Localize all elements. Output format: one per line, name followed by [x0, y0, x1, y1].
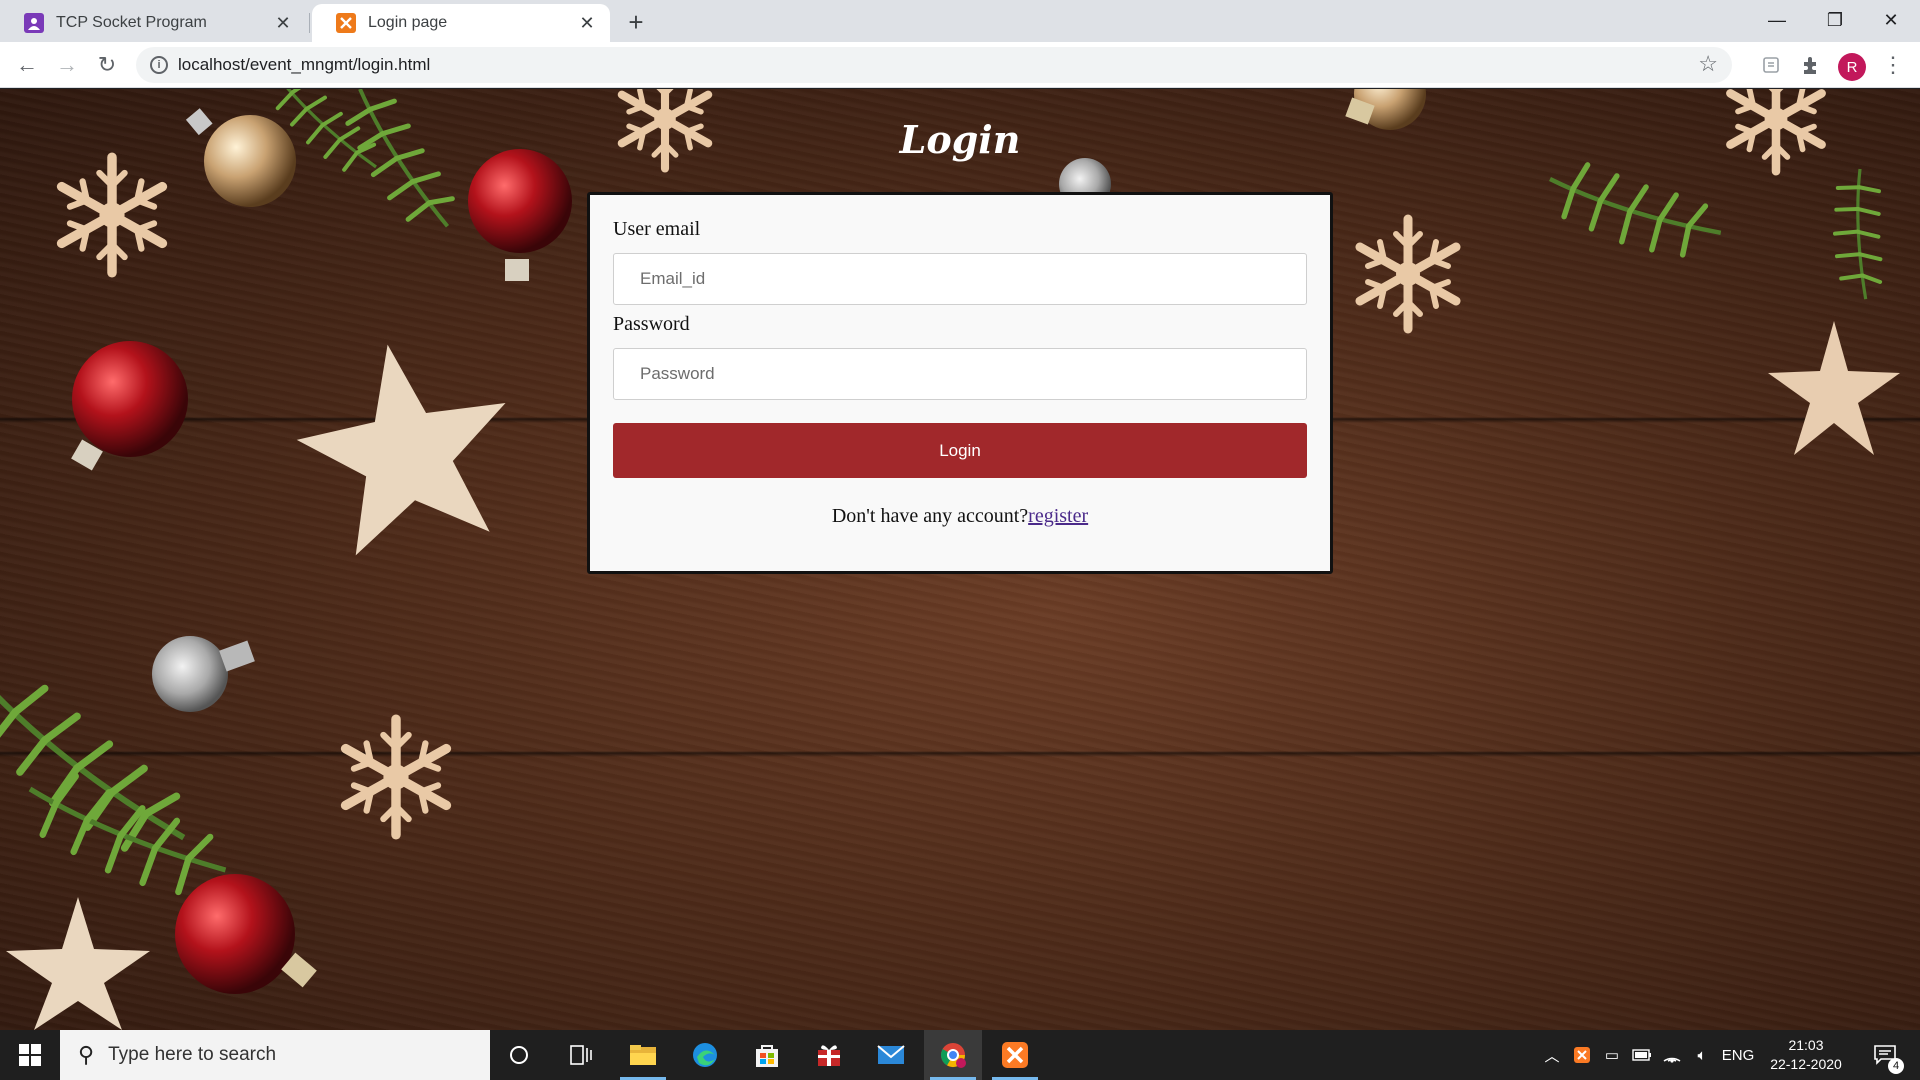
contacts-icon: [24, 13, 44, 33]
tab-strip: TCP Socket Program ✕ Login page ✕ + — ❐ …: [0, 0, 1920, 42]
browser-toolbar: ← → ↻ i localhost/event_mngmt/login.html…: [0, 42, 1920, 88]
taskbar: ⚲ Type here to search ︿ ▭ 🔈︎ ENG 21:03 2…: [0, 1030, 1920, 1080]
taskbar-search-box[interactable]: ⚲ Type here to search: [60, 1030, 490, 1080]
search-icon: ⚲: [78, 1042, 95, 1067]
notification-center-button[interactable]: 4: [1862, 1030, 1910, 1080]
clock[interactable]: 21:03 22-12-2020: [1762, 1036, 1850, 1074]
forward-button[interactable]: →: [52, 50, 82, 80]
register-prompt-text: Don't have any account?: [831, 505, 1029, 527]
site-info-icon[interactable]: i: [150, 56, 168, 74]
page-title: Login: [899, 117, 1021, 162]
new-tab-button[interactable]: +: [622, 7, 650, 37]
register-link[interactable]: register: [1028, 505, 1088, 527]
xampp-icon: [336, 13, 356, 33]
url-text: localhost/event_mngmt/login.html: [178, 55, 431, 74]
close-tab-icon[interactable]: ✕: [576, 12, 598, 34]
show-hidden-icons-chevron-icon[interactable]: ︿: [1538, 1030, 1566, 1080]
tab-label: Login page: [368, 14, 448, 31]
reload-button[interactable]: ↻: [92, 50, 122, 80]
mail-app[interactable]: [862, 1030, 920, 1080]
tab-tcp-socket-program[interactable]: TCP Socket Program ✕: [0, 4, 306, 42]
battery-icon[interactable]: [1628, 1030, 1656, 1080]
chrome-app[interactable]: [924, 1030, 982, 1080]
input-language[interactable]: ENG: [1718, 1030, 1758, 1080]
reading-mode-icon[interactable]: [1756, 50, 1786, 80]
tab-label: TCP Socket Program: [56, 14, 207, 31]
password-input[interactable]: [613, 348, 1307, 400]
edge-browser-app[interactable]: [676, 1030, 734, 1080]
cortana-button[interactable]: [490, 1030, 548, 1080]
login-form-card: User email Password Login Don't have any…: [587, 192, 1333, 574]
xampp-tray-icon[interactable]: [1568, 1030, 1596, 1080]
wifi-icon[interactable]: [1658, 1030, 1686, 1080]
xampp-app[interactable]: [986, 1030, 1044, 1080]
search-placeholder: Type here to search: [108, 1044, 277, 1065]
login-button[interactable]: Login: [613, 423, 1307, 478]
windows-logo-icon: [19, 1044, 41, 1066]
minimize-button[interactable]: —: [1748, 0, 1806, 40]
restore-button[interactable]: ❐: [1806, 0, 1864, 40]
tab-divider: [309, 13, 310, 33]
gift-app[interactable]: [800, 1030, 858, 1080]
page-viewport: Login User email Password Login Don't ha…: [0, 89, 1920, 1030]
notification-count-badge: 4: [1888, 1058, 1904, 1074]
microsoft-store-app[interactable]: [738, 1030, 796, 1080]
password-label: Password: [613, 313, 690, 335]
tab-login-page[interactable]: Login page ✕: [312, 4, 610, 42]
email-input[interactable]: [613, 253, 1307, 305]
address-bar[interactable]: i localhost/event_mngmt/login.html ☆: [136, 47, 1732, 83]
email-label: User email: [613, 218, 701, 240]
register-prompt-line: Don't have any account?register: [590, 505, 1330, 528]
clock-date: 22-12-2020: [1770, 1056, 1842, 1072]
close-tab-icon[interactable]: ✕: [272, 12, 294, 34]
file-explorer-app[interactable]: [614, 1030, 672, 1080]
task-view-button[interactable]: [552, 1030, 610, 1080]
back-button[interactable]: ←: [12, 50, 42, 80]
meet-now-icon[interactable]: ▭: [1598, 1030, 1626, 1080]
volume-icon[interactable]: 🔈︎: [1688, 1030, 1716, 1080]
browser-menu-icon[interactable]: ⋮: [1878, 50, 1908, 80]
windows-start-button[interactable]: [0, 1030, 60, 1080]
bookmark-star-icon[interactable]: ☆: [1698, 51, 1718, 77]
profile-avatar[interactable]: R: [1838, 53, 1866, 81]
extensions-icon[interactable]: [1796, 50, 1826, 80]
close-window-button[interactable]: ✕: [1862, 0, 1920, 40]
clock-time: 21:03: [1788, 1037, 1824, 1053]
